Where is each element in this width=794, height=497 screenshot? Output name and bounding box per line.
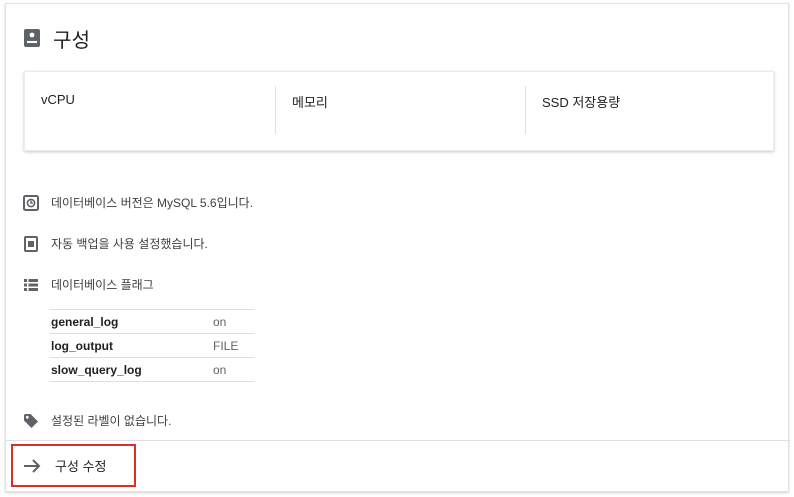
edit-configuration-button[interactable]: 구성 수정 bbox=[11, 444, 136, 487]
flag-value: FILE bbox=[211, 333, 255, 358]
flags-text: 데이터베이스 플래그 bbox=[51, 278, 154, 292]
backup-text: 자동 백업을 사용 설정했습니다. bbox=[51, 237, 208, 251]
labels-text: 설정된 라벨이 없습니다. bbox=[51, 414, 172, 428]
arrow-right-icon bbox=[23, 458, 41, 474]
db-version-text: 데이터베이스 버전은 MySQL 5.6입니다. bbox=[51, 196, 254, 210]
flag-name: slow_query_log bbox=[49, 357, 211, 382]
spec-memory: 메모리 bbox=[275, 86, 525, 134]
labels-row: 설정된 라벨이 없습니다. bbox=[23, 412, 171, 429]
edit-configuration-label: 구성 수정 bbox=[55, 459, 107, 474]
backup-icon bbox=[23, 235, 39, 252]
history-icon bbox=[23, 194, 39, 211]
flags-table: general_log on log_output FILE slow_query_lo… bbox=[49, 309, 255, 382]
flag-row: slow_query_log on bbox=[49, 357, 255, 382]
flag-name: log_output bbox=[49, 333, 211, 358]
spec-ssd: SSD 저장용량 bbox=[525, 86, 775, 134]
vcpu-label: vCPU bbox=[41, 92, 75, 107]
storage-icon bbox=[23, 28, 41, 48]
flag-value: on bbox=[211, 357, 255, 382]
label-icon bbox=[23, 413, 39, 429]
flags-row: 데이터베이스 플래그 bbox=[23, 276, 154, 293]
card-header: 구성 bbox=[23, 25, 91, 52]
flag-row: log_output FILE bbox=[49, 333, 255, 358]
spec-vcpu: vCPU bbox=[25, 72, 275, 150]
backup-row: 자동 백업을 사용 설정했습니다. bbox=[23, 235, 208, 252]
db-version-row: 데이터베이스 버전은 MySQL 5.6입니다. bbox=[23, 194, 253, 211]
flag-row: general_log on bbox=[49, 309, 255, 334]
machine-specs-panel: vCPU 메모리 SSD 저장용량 bbox=[24, 71, 774, 151]
flag-name: general_log bbox=[49, 309, 211, 334]
list-icon bbox=[23, 277, 39, 293]
memory-label: 메모리 bbox=[292, 95, 328, 110]
flag-value: on bbox=[211, 309, 255, 334]
configuration-card: 구성 vCPU 메모리 SSD 저장용량 데이터베이스 버전은 MySQL 5.… bbox=[5, 3, 790, 492]
ssd-label: SSD 저장용량 bbox=[542, 95, 621, 110]
page-title: 구성 bbox=[53, 29, 91, 52]
footer-divider bbox=[6, 440, 790, 441]
